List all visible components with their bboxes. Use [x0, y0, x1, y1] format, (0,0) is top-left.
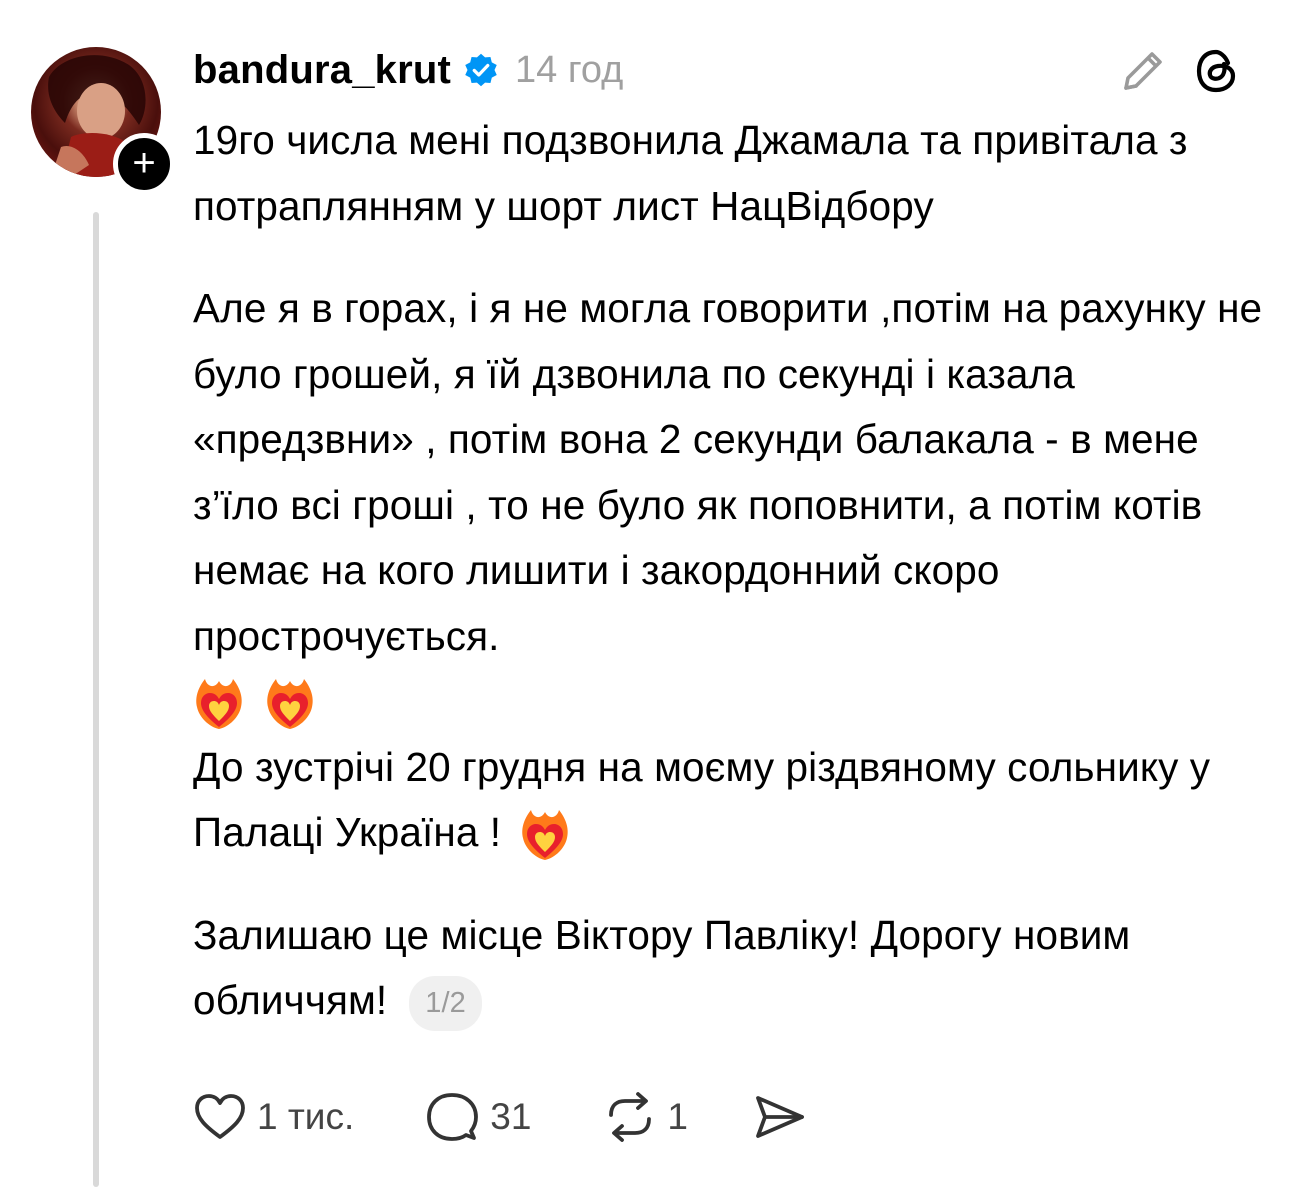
comment-button[interactable]: 31 [426, 1091, 531, 1143]
post-time: 14 год [515, 48, 624, 91]
post-paragraph: Але я в горах, і я не могла говорити ,по… [193, 276, 1263, 866]
send-icon [756, 1096, 804, 1138]
post-paragraph: Залишаю це місце Віктору Павліку! Дорогу… [193, 903, 1263, 1034]
heart-on-fire-emoji [267, 679, 314, 730]
post-paragraph: 19го числа мені подзвонила Джамала та пр… [193, 117, 1188, 229]
thread-pager[interactable]: 1/2 [409, 975, 482, 1031]
repost-icon [609, 1092, 652, 1142]
heart-on-fire-emoji [521, 810, 568, 861]
username[interactable]: bandura_krut [193, 48, 451, 93]
post-paragraph-text: Але я в горах, і я не могла говорити ,по… [193, 285, 1263, 659]
post-paragraph-text: До зустрічі 20 грудня на моєму різдвяном… [193, 743, 1211, 856]
speech-bubble-icon [427, 1093, 479, 1141]
verified-badge-icon [465, 53, 497, 87]
post-header: bandura_krut 14 год [193, 44, 623, 96]
repost-count: 1 [667, 1096, 688, 1137]
share-button[interactable] [754, 1092, 806, 1142]
follow-button[interactable]: + [113, 133, 175, 195]
like-button[interactable]: 1 тис. [193, 1092, 354, 1142]
pencil-icon[interactable] [1118, 44, 1170, 96]
post-paragraph-text: Залишаю це місце Віктору Павліку! Дорогу… [193, 911, 1131, 1024]
thread-line [93, 212, 99, 1187]
post-body: 19го числа мені подзвонила Джамала та пр… [193, 108, 1263, 1034]
comment-count: 31 [490, 1096, 532, 1137]
heart-icon [195, 1094, 245, 1139]
threads-icon[interactable] [1192, 46, 1242, 96]
repost-button[interactable]: 1 [603, 1091, 688, 1143]
heart-on-fire-emoji [196, 679, 242, 730]
action-bar: 1 тис. 31 1 [193, 1086, 806, 1148]
like-count: 1 тис. [257, 1096, 355, 1137]
